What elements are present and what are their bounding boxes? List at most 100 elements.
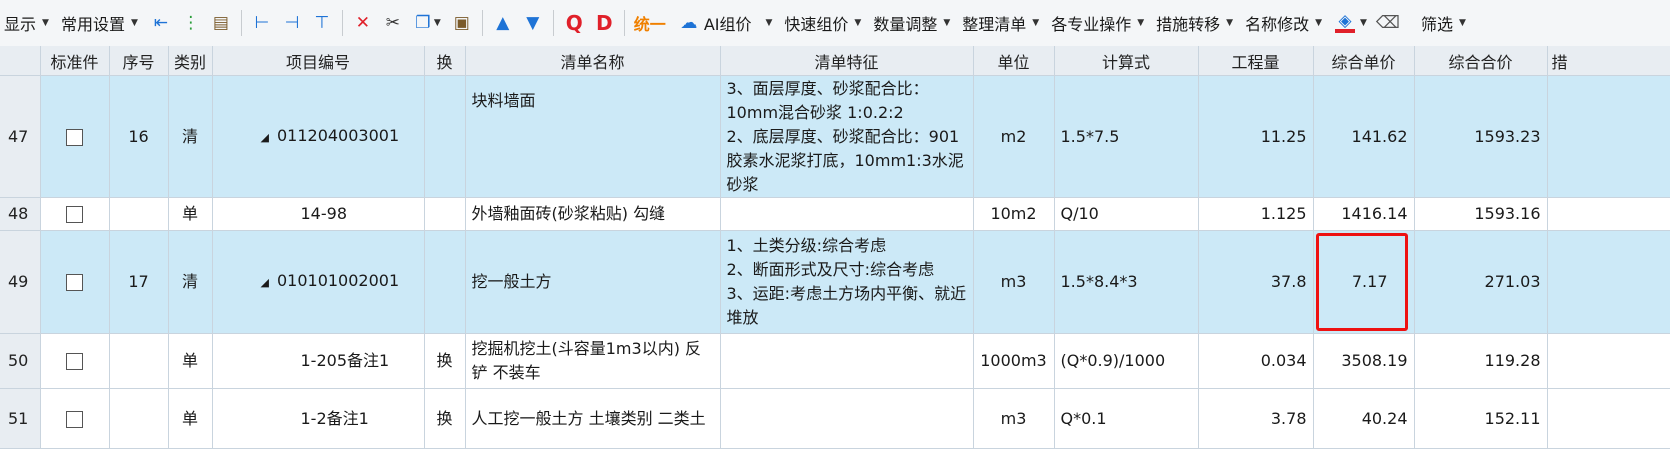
category-cell[interactable]: 单 [168, 197, 213, 231]
feature-cell[interactable] [720, 388, 974, 449]
code-cell[interactable]: 1-205备注1 [212, 333, 425, 389]
total-cell[interactable]: 119.28 [1414, 333, 1548, 389]
category-cell[interactable]: 清 [168, 75, 213, 198]
unit-price-cell[interactable]: 40.24 [1313, 388, 1415, 449]
unit-price-cell[interactable]: 1416.14 [1313, 197, 1415, 231]
ai-price-menu[interactable]: AI组价 ▼ [704, 0, 781, 46]
name-cell[interactable]: 挖掘机挖土(斗容量1m3以内) 反铲 不装车 [465, 333, 721, 389]
header-quantity[interactable]: 工程量 [1198, 46, 1314, 76]
header-standard[interactable]: 标准件 [40, 46, 110, 76]
paste-board-icon[interactable]: ▤ [206, 0, 236, 46]
seq-cell[interactable] [109, 388, 169, 449]
formula-cell[interactable]: (Q*0.9)/1000 [1054, 333, 1199, 389]
extra-cell[interactable] [1547, 388, 1670, 449]
table-row[interactable]: 48 单 14-98 外墙釉面砖(砂浆粘贴) 勾缝 10m2 Q/10 1.12… [0, 197, 1670, 231]
name-cell[interactable]: 外墙釉面砖(砂浆粘贴) 勾缝 [465, 197, 721, 231]
measure-transfer-menu[interactable]: 措施转移 ▼ [1152, 0, 1241, 46]
standard-checkbox[interactable] [66, 206, 83, 223]
header-extra[interactable]: 措 [1547, 46, 1670, 76]
standard-checkbox[interactable] [66, 410, 83, 428]
header-swap[interactable]: 换 [424, 46, 466, 76]
extra-cell[interactable] [1547, 333, 1670, 389]
swap-cell[interactable]: 换 [424, 388, 466, 449]
table-row[interactable]: 49 17 清 ◢ 010101002001 挖一般土方 1、土类分级:综合考虑 … [0, 230, 1670, 334]
organize-list-menu[interactable]: 整理清单 ▼ [958, 0, 1047, 46]
collapse-triangle-icon[interactable]: ◢ [261, 276, 269, 289]
tree-sibling-icon[interactable]: ⊤ [307, 0, 337, 46]
unit-cell[interactable]: 1000m3 [973, 333, 1055, 389]
specialty-ops-menu[interactable]: 各专业操作 ▼ [1047, 0, 1152, 46]
header-category[interactable]: 类别 [168, 46, 213, 76]
total-cell[interactable]: 271.03 [1414, 230, 1548, 334]
quantity-adjust-menu[interactable]: 数量调整 ▼ [869, 0, 958, 46]
table-row[interactable]: 47 16 清 ◢ 011204003001 块料墙面 3、面层厚度、砂浆配合比：… [0, 75, 1670, 198]
cut-icon[interactable]: ✂ [378, 0, 408, 46]
unit-cell[interactable]: 10m2 [973, 197, 1055, 231]
header-name[interactable]: 清单名称 [465, 46, 721, 76]
total-cell[interactable]: 1593.16 [1414, 197, 1548, 231]
formula-cell[interactable]: Q*0.1 [1054, 388, 1199, 449]
display-menu[interactable]: 显示 ▼ [0, 0, 57, 46]
name-cell[interactable]: 块料墙面 [465, 75, 721, 198]
fill-color-icon[interactable]: ◈ [1330, 0, 1360, 46]
move-up-icon[interactable]: ▲ [488, 0, 518, 46]
category-cell[interactable]: 单 [168, 388, 213, 449]
header-unit[interactable]: 单位 [973, 46, 1055, 76]
swap-cell[interactable] [424, 197, 466, 231]
swap-cell[interactable] [424, 75, 466, 198]
chevron-down-icon[interactable]: ▼ [1360, 18, 1367, 28]
header-formula[interactable]: 计算式 [1054, 46, 1199, 76]
total-cell[interactable]: 152.11 [1414, 388, 1548, 449]
unit-price-cell-highlighted[interactable]: 7.17 [1313, 230, 1415, 334]
move-down-icon[interactable]: ▼ [518, 0, 548, 46]
category-cell[interactable]: 单 [168, 333, 213, 389]
unit-cell[interactable]: m2 [973, 75, 1055, 198]
swap-cell[interactable]: 换 [424, 333, 466, 389]
seq-cell[interactable]: 16 [109, 75, 169, 198]
header-unit-price[interactable]: 综合单价 [1313, 46, 1415, 76]
chevron-down-icon[interactable]: ▼ [434, 18, 441, 28]
quantity-cell[interactable]: 0.034 [1198, 333, 1314, 389]
unify-button[interactable]: 统一 [630, 0, 674, 46]
seq-cell[interactable]: 17 [109, 230, 169, 334]
filter-menu[interactable]: 筛选 ▼ [1403, 0, 1474, 46]
common-settings-menu[interactable]: 常用设置 ▼ [57, 0, 146, 46]
paste-icon[interactable]: ▣ [447, 0, 477, 46]
seq-cell[interactable] [109, 197, 169, 231]
formula-cell[interactable]: 1.5*8.4*3 [1054, 230, 1199, 334]
header-feature[interactable]: 清单特征 [720, 46, 974, 76]
d-toggle-icon[interactable]: D [589, 0, 619, 46]
code-cell[interactable]: 14-98 [212, 197, 425, 231]
feature-cell[interactable] [720, 333, 974, 389]
unit-cell[interactable]: m3 [973, 230, 1055, 334]
split-icon[interactable]: ⋮ [176, 0, 206, 46]
code-cell[interactable]: 1-2备注1 [212, 388, 425, 449]
eraser-icon[interactable]: ⌫ [1373, 0, 1403, 46]
collapse-triangle-icon[interactable]: ◢ [261, 131, 269, 144]
standard-checkbox[interactable] [66, 128, 83, 146]
quantity-cell[interactable]: 11.25 [1198, 75, 1314, 198]
standard-checkbox[interactable] [66, 274, 83, 291]
quantity-cell[interactable]: 1.125 [1198, 197, 1314, 231]
header-code[interactable]: 项目编号 [212, 46, 425, 76]
feature-cell[interactable] [720, 197, 974, 231]
quick-price-menu[interactable]: 快速组价 ▼ [780, 0, 869, 46]
total-cell[interactable]: 1593.23 [1414, 75, 1548, 198]
extra-cell[interactable] [1547, 197, 1670, 231]
table-row[interactable]: 50 单 1-205备注1 换 挖掘机挖土(斗容量1m3以内) 反铲 不装车 1… [0, 333, 1670, 389]
name-cell[interactable]: 人工挖一般土方 土壤类别 二类土 [465, 388, 721, 449]
standard-checkbox[interactable] [66, 353, 83, 370]
extra-cell[interactable] [1547, 75, 1670, 198]
quantity-cell[interactable]: 3.78 [1198, 388, 1314, 449]
q-toggle-icon[interactable]: Q [559, 0, 589, 46]
unit-cell[interactable]: m3 [973, 388, 1055, 449]
header-seq[interactable]: 序号 [109, 46, 169, 76]
name-cell[interactable]: 挖一般土方 [465, 230, 721, 334]
category-cell[interactable]: 清 [168, 230, 213, 334]
extra-cell[interactable] [1547, 230, 1670, 334]
delete-icon[interactable]: ✕ [348, 0, 378, 46]
feature-cell[interactable]: 1、土类分级:综合考虑 2、断面形式及尺寸:综合考虑 3、运距:考虑土方场内平衡… [720, 230, 974, 334]
quantity-cell[interactable]: 37.8 [1198, 230, 1314, 334]
feature-cell[interactable]: 3、面层厚度、砂浆配合比：10mm混合砂浆 1:0.2:2 2、底层厚度、砂浆配… [720, 75, 974, 198]
header-total[interactable]: 综合合价 [1414, 46, 1548, 76]
